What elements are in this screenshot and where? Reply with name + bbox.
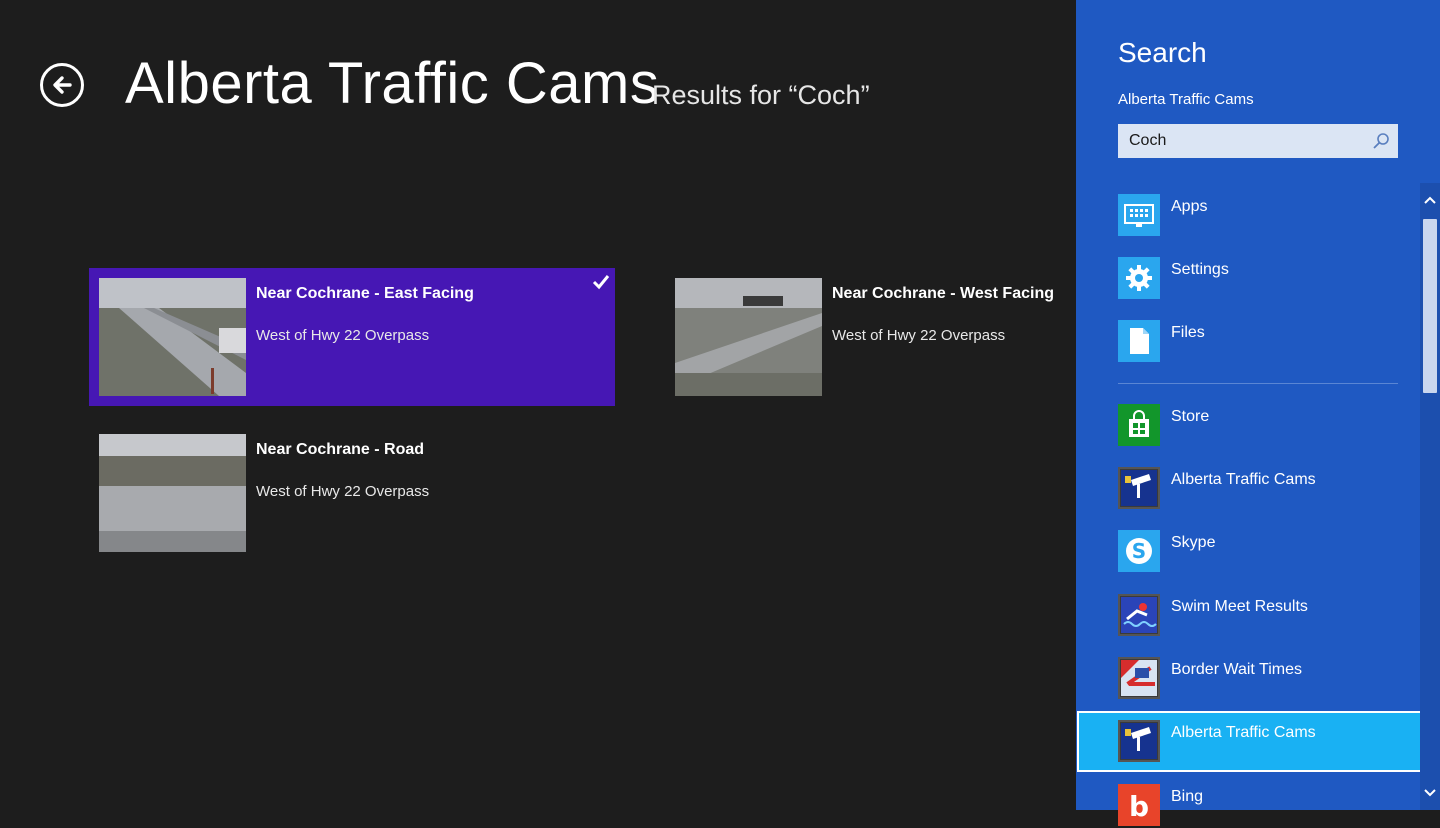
traffic-camera-icon — [1118, 720, 1160, 762]
result-tile[interactable]: Near Cochrane - Road West of Hwy 22 Over… — [89, 424, 615, 562]
traffic-camera-icon — [1118, 467, 1160, 509]
file-icon — [1118, 320, 1160, 362]
search-item-label: Alberta Traffic Cams — [1171, 471, 1316, 488]
bing-icon: b — [1118, 784, 1160, 826]
page-title: Alberta Traffic Cams — [125, 51, 660, 116]
search-item-label: Settings — [1171, 261, 1229, 278]
search-icon[interactable] — [1372, 132, 1390, 150]
search-item-label: Apps — [1171, 198, 1208, 215]
back-arrow-icon — [53, 76, 72, 94]
divider — [1118, 383, 1398, 384]
skype-icon: S — [1118, 530, 1160, 572]
scroll-down-button[interactable] — [1420, 776, 1440, 810]
search-item-apps[interactable]: Apps — [1118, 194, 1403, 238]
scroll-up-button[interactable] — [1420, 183, 1440, 217]
search-input[interactable]: Coch — [1118, 124, 1398, 158]
result-tile[interactable]: Near Cochrane - West Facing West of Hwy … — [665, 268, 1065, 406]
chevron-up-icon — [1424, 196, 1436, 204]
scrollbar-thumb[interactable] — [1423, 219, 1437, 393]
search-pane-title: Search — [1118, 37, 1207, 68]
search-item-label: Border Wait Times — [1171, 661, 1302, 678]
search-item-label: Swim Meet Results — [1171, 598, 1308, 615]
search-item-border-wait-times[interactable]: Border Wait Times — [1118, 657, 1403, 701]
search-query: Coch — [1129, 132, 1167, 149]
search-item-files[interactable]: Files — [1118, 320, 1403, 364]
result-subtitle: West of Hwy 22 Overpass — [256, 327, 430, 344]
search-item-label: Files — [1171, 324, 1205, 341]
back-button[interactable] — [40, 63, 84, 107]
camera-thumbnail — [99, 434, 246, 552]
search-item-label: Store — [1171, 408, 1210, 425]
swimmer-icon — [1118, 594, 1160, 636]
svg-text:b: b — [1129, 790, 1149, 820]
camera-thumbnail — [99, 278, 246, 396]
result-subtitle: West of Hwy 22 Overpass — [256, 483, 430, 500]
search-item-alberta-traffic-cams[interactable]: Alberta Traffic Cams — [1118, 467, 1403, 511]
result-tile[interactable]: Near Cochrane - East Facing West of Hwy … — [89, 268, 615, 406]
scrollbar[interactable] — [1420, 183, 1440, 810]
search-item-skype[interactable]: S Skype — [1118, 530, 1403, 574]
results-subtitle: Results for “Coch” — [652, 80, 870, 110]
search-item-label: Skype — [1171, 534, 1216, 551]
store-icon — [1118, 404, 1160, 446]
camera-thumbnail — [675, 278, 822, 396]
result-title: Near Cochrane - West Facing — [832, 285, 1054, 302]
checkmark-icon — [592, 275, 610, 290]
search-item-bing[interactable]: b Bing — [1118, 784, 1403, 828]
search-item-swim-meet-results[interactable]: Swim Meet Results — [1118, 594, 1403, 638]
svg-text:S: S — [1132, 539, 1146, 563]
apps-icon — [1118, 194, 1160, 236]
result-title: Near Cochrane - East Facing — [256, 285, 474, 302]
search-item-store[interactable]: Store — [1118, 404, 1403, 448]
search-item-label: Alberta Traffic Cams — [1171, 724, 1316, 741]
search-pane: Search Alberta Traffic Cams Coch Apps Se… — [1076, 0, 1440, 826]
search-item-settings[interactable]: Settings — [1118, 257, 1403, 301]
gear-icon — [1118, 257, 1160, 299]
chevron-down-icon — [1424, 789, 1436, 797]
result-subtitle: West of Hwy 22 Overpass — [832, 327, 1006, 344]
search-scope[interactable]: Alberta Traffic Cams — [1118, 91, 1254, 108]
result-title: Near Cochrane - Road — [256, 441, 425, 458]
search-item-alberta-traffic-cams-highlighted[interactable]: Alberta Traffic Cams — [1118, 720, 1403, 764]
flag-icon — [1118, 657, 1160, 699]
search-item-label: Bing — [1171, 788, 1204, 805]
